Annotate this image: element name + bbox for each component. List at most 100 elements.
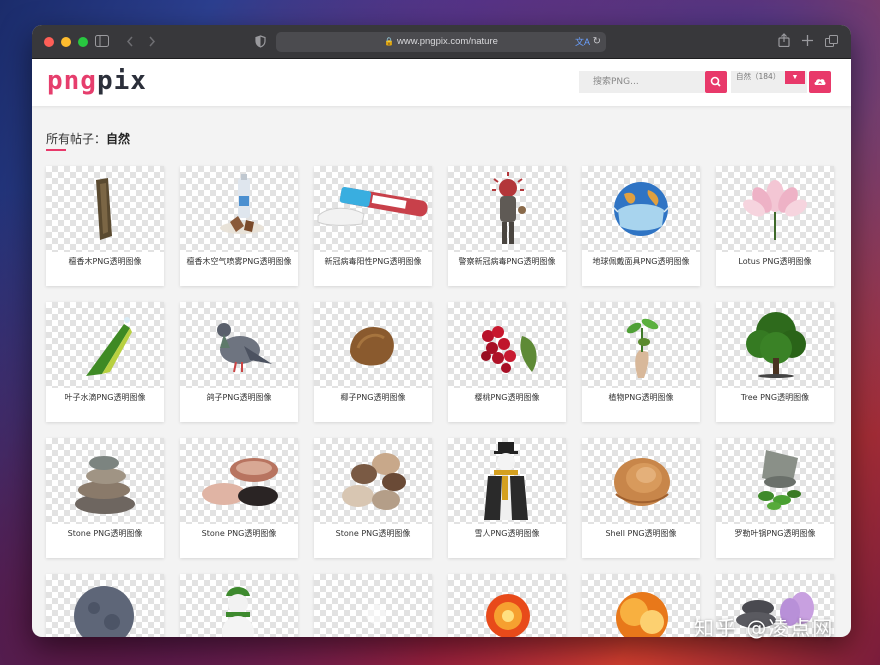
cloud-upload-icon bbox=[814, 79, 826, 85]
card-caption[interactable]: 鸽子PNG透明图像 bbox=[180, 392, 298, 403]
card-caption[interactable]: 雪人PNG透明图像 bbox=[448, 528, 566, 539]
image-card[interactable]: Stone PNG透明图像 bbox=[314, 438, 432, 558]
card-caption[interactable]: Shell PNG透明图像 bbox=[582, 528, 700, 539]
search-input[interactable]: 搜索PNG... bbox=[579, 71, 705, 93]
card-caption[interactable]: Stone PNG透明图像 bbox=[46, 528, 164, 539]
image-thumbnail[interactable] bbox=[448, 166, 566, 252]
upload-button[interactable] bbox=[809, 71, 831, 93]
image-thumbnail[interactable] bbox=[314, 166, 432, 252]
image-thumbnail[interactable] bbox=[180, 302, 298, 388]
image-card[interactable]: Tree PNG透明图像 bbox=[716, 302, 834, 422]
image-card[interactable]: Lotus PNG透明图像 bbox=[716, 166, 834, 286]
image-card[interactable] bbox=[314, 574, 432, 637]
image-card[interactable]: 雪人PNG透明图像 bbox=[448, 438, 566, 558]
image-card[interactable]: 叶子水滴PNG透明图像 bbox=[46, 302, 164, 422]
image-thumbnail[interactable] bbox=[180, 166, 298, 252]
card-caption[interactable]: Stone PNG透明图像 bbox=[314, 528, 432, 539]
site-logo[interactable]: pngpix bbox=[47, 67, 147, 95]
pigeon-icon bbox=[217, 323, 272, 373]
card-caption[interactable]: 地球佩戴面具PNG透明图像 bbox=[582, 256, 700, 267]
search-button[interactable] bbox=[705, 71, 727, 93]
image-thumbnail[interactable] bbox=[46, 438, 164, 524]
image-thumbnail[interactable] bbox=[582, 574, 700, 637]
image-thumbnail[interactable] bbox=[46, 302, 164, 388]
chevron-down-icon[interactable]: ▼ bbox=[785, 71, 805, 84]
image-thumbnail[interactable] bbox=[716, 166, 834, 252]
shield-icon[interactable] bbox=[255, 35, 266, 48]
card-caption[interactable]: 樱桃PNG透明图像 bbox=[448, 392, 566, 403]
image-card[interactable] bbox=[582, 574, 700, 637]
close-window-button[interactable] bbox=[44, 37, 54, 47]
image-card[interactable]: Stone PNG透明图像 bbox=[46, 438, 164, 558]
zoom-window-button[interactable] bbox=[78, 37, 88, 47]
plus-icon[interactable] bbox=[802, 35, 813, 46]
test-tube-icon bbox=[317, 186, 428, 226]
image-thumbnail[interactable] bbox=[180, 438, 298, 524]
image-thumbnail[interactable] bbox=[582, 302, 700, 388]
snowman-icon bbox=[484, 442, 528, 520]
image-grid: 檀香木PNG透明图像 檀香木空气喷雾PNG透明图像 新冠病毒阳性PNG透明图像 … bbox=[46, 166, 834, 637]
lock-icon: 🔒 bbox=[384, 37, 395, 46]
lotus-icon bbox=[743, 180, 807, 240]
card-caption[interactable]: 叶子水滴PNG透明图像 bbox=[46, 392, 164, 403]
chevron-right-icon[interactable] bbox=[148, 36, 156, 47]
masked-globe-icon bbox=[611, 182, 671, 236]
address-bar[interactable]: 🔒 www.pngpix.com/nature 文A ↻ bbox=[276, 32, 606, 52]
image-thumbnail[interactable] bbox=[582, 438, 700, 524]
image-card[interactable]: 植物PNG透明图像 bbox=[582, 302, 700, 422]
image-card[interactable]: 地球佩戴面具PNG透明图像 bbox=[582, 166, 700, 286]
tabs-overview-icon[interactable] bbox=[825, 35, 838, 47]
card-caption[interactable]: 椰子PNG透明图像 bbox=[314, 392, 432, 403]
image-card[interactable]: Shell PNG透明图像 bbox=[582, 438, 700, 558]
minimize-window-button[interactable] bbox=[61, 37, 71, 47]
card-caption[interactable]: 罗勒叶锅PNG透明图像 bbox=[716, 528, 834, 539]
card-caption[interactable]: Stone PNG透明图像 bbox=[180, 528, 298, 539]
image-thumbnail[interactable] bbox=[582, 166, 700, 252]
card-caption[interactable]: 檀香木空气喷雾PNG透明图像 bbox=[180, 256, 298, 267]
image-card[interactable]: 樱桃PNG透明图像 bbox=[448, 302, 566, 422]
card-caption[interactable]: 植物PNG透明图像 bbox=[582, 392, 700, 403]
image-thumbnail[interactable] bbox=[448, 302, 566, 388]
url-text: www.pngpix.com/nature bbox=[397, 36, 498, 47]
image-thumbnail[interactable] bbox=[46, 166, 164, 252]
image-thumbnail[interactable] bbox=[314, 302, 432, 388]
card-caption[interactable]: 警察新冠病毒PNG透明图像 bbox=[448, 256, 566, 267]
image-thumbnail[interactable] bbox=[716, 438, 834, 524]
card-caption[interactable]: Lotus PNG透明图像 bbox=[716, 256, 834, 267]
card-caption[interactable]: 檀香木PNG透明图像 bbox=[46, 256, 164, 267]
chevron-left-icon[interactable] bbox=[126, 36, 134, 47]
snowman-green-icon bbox=[222, 587, 254, 637]
share-icon[interactable] bbox=[778, 33, 790, 47]
image-thumbnail[interactable] bbox=[314, 574, 432, 637]
image-card[interactable]: 新冠病毒阳性PNG透明图像 bbox=[314, 166, 432, 286]
image-thumbnail[interactable] bbox=[46, 574, 164, 637]
explosion-icon bbox=[616, 592, 668, 637]
image-card[interactable]: 檀香木空气喷雾PNG透明图像 bbox=[180, 166, 298, 286]
image-thumbnail[interactable] bbox=[716, 302, 834, 388]
image-card[interactable]: 鸽子PNG透明图像 bbox=[180, 302, 298, 422]
image-card[interactable]: Stone PNG透明图像 bbox=[180, 438, 298, 558]
image-thumbnail[interactable] bbox=[180, 574, 298, 637]
image-thumbnail[interactable] bbox=[448, 438, 566, 524]
image-card[interactable]: 檀香木PNG透明图像 bbox=[46, 166, 164, 286]
image-card[interactable]: 罗勒叶锅PNG透明图像 bbox=[716, 438, 834, 558]
image-card[interactable] bbox=[448, 574, 566, 637]
blank-image-icon bbox=[366, 604, 386, 624]
image-card[interactable] bbox=[180, 574, 298, 637]
reload-icon[interactable]: ↻ bbox=[593, 32, 601, 52]
stones-mixed-icon bbox=[202, 458, 278, 506]
logo-part2: pix bbox=[96, 66, 147, 96]
image-card[interactable] bbox=[46, 574, 164, 637]
image-card[interactable]: 警察新冠病毒PNG透明图像 bbox=[448, 166, 566, 286]
image-card[interactable]: 椰子PNG透明图像 bbox=[314, 302, 432, 422]
basil-pot-icon bbox=[758, 450, 801, 510]
tree-icon bbox=[746, 312, 806, 378]
image-thumbnail[interactable] bbox=[448, 574, 566, 637]
image-thumbnail[interactable] bbox=[314, 438, 432, 524]
page-title-category: 自然 bbox=[106, 132, 131, 146]
plant-hand-icon bbox=[626, 318, 659, 378]
card-caption[interactable]: 新冠病毒阳性PNG透明图像 bbox=[314, 256, 432, 267]
sidebar-icon[interactable] bbox=[95, 35, 109, 47]
card-caption[interactable]: Tree PNG透明图像 bbox=[716, 392, 834, 403]
translate-icon[interactable]: 文A bbox=[575, 32, 590, 52]
